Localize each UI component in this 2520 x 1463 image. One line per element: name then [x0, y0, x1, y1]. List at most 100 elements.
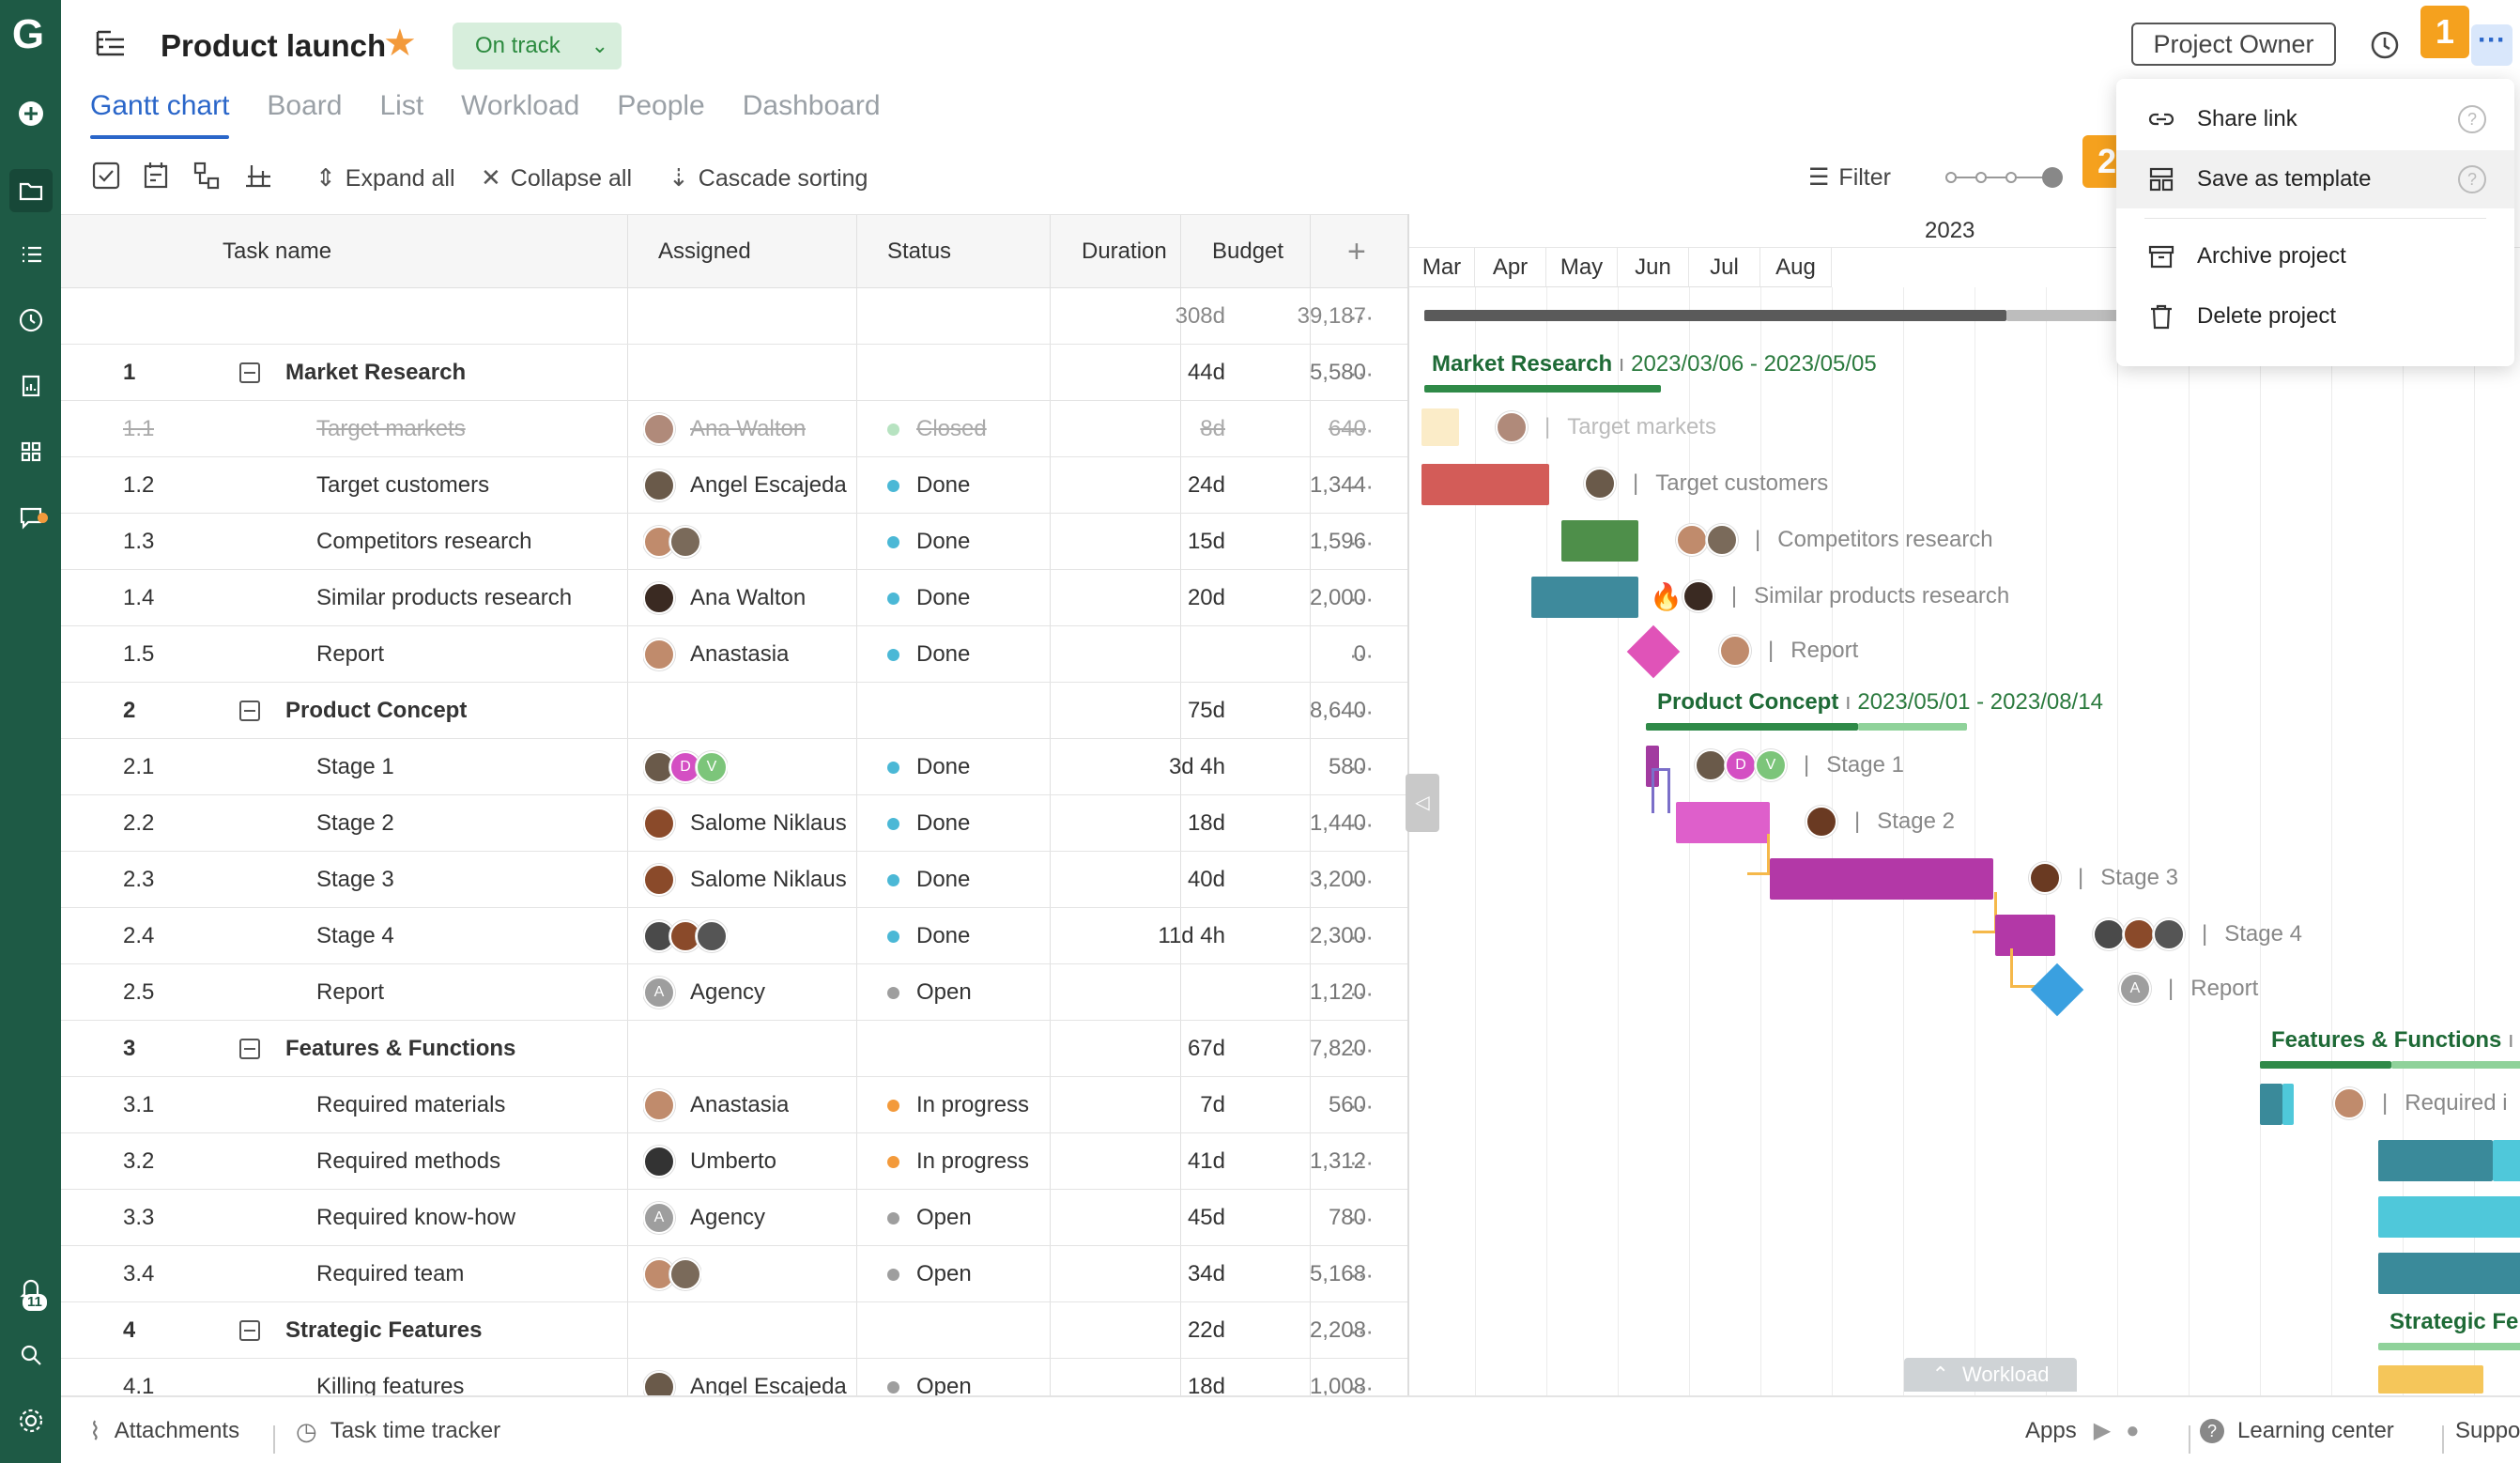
more-options-button[interactable]: ···	[2471, 24, 2512, 66]
task-bar-killing-features[interactable]	[2378, 1365, 2483, 1394]
status-cell[interactable]: Open	[887, 1246, 972, 1302]
task-bar-target-customers[interactable]	[1421, 464, 1549, 505]
task-name[interactable]: Product Concept	[285, 683, 467, 739]
budget-cell[interactable]: 2,000	[1178, 570, 1366, 626]
col-budget[interactable]: Budget	[1212, 215, 1283, 288]
task-bar-required-know-how[interactable]	[2378, 1196, 2520, 1238]
status-cell[interactable]: Done	[887, 908, 970, 964]
row-more-icon[interactable]: ···	[1349, 908, 1374, 964]
row-more-icon[interactable]: ···	[1349, 683, 1374, 739]
task-row[interactable]: 2.2 Stage 2 Salome Niklaus Done 18d 1,440 ···	[61, 795, 1407, 852]
menu-item-delete-project[interactable]: Delete project	[2116, 287, 2514, 346]
assignee-cell[interactable]: Salome Niklaus	[643, 852, 847, 908]
task-bar-required-methods[interactable]	[2378, 1140, 2493, 1181]
budget-cell[interactable]: 1,596	[1178, 514, 1366, 570]
task-name[interactable]: Target markets	[316, 401, 466, 457]
tab-workload[interactable]: Workload	[461, 90, 579, 131]
history-icon[interactable]	[2366, 26, 2404, 64]
apps-button[interactable]: Apps ▶ ●	[2025, 1397, 2140, 1463]
task-row[interactable]: 3.1 Required materials Anastasia In progres…	[61, 1077, 1407, 1133]
assignee-cell[interactable]	[643, 514, 701, 570]
task-row[interactable]: 3.2 Required methods Umberto In progress 41d…	[61, 1133, 1407, 1190]
budget-cell[interactable]: 2,300	[1178, 908, 1366, 964]
task-bar-target-markets[interactable]	[1421, 408, 1459, 446]
assignee-cell[interactable]: Ana Walton	[643, 401, 806, 457]
col-status[interactable]: Status	[887, 215, 951, 288]
assignee-cell[interactable]: A Agency	[643, 964, 765, 1021]
col-duration[interactable]: Duration	[1082, 215, 1167, 288]
collapse-toggle-icon[interactable]	[239, 701, 260, 721]
hierarchy-icon[interactable]	[192, 160, 223, 192]
attachments-button[interactable]: ⌇ Attachments	[89, 1397, 239, 1463]
task-name[interactable]: Killing features	[316, 1359, 464, 1395]
expand-all-button[interactable]: ⇕ Expand all	[315, 162, 455, 193]
assignee-cell[interactable]: Anastasia	[643, 1077, 789, 1133]
group-row[interactable]: 2 Product Concept 75d 8,640 ···	[61, 683, 1407, 739]
row-more-icon[interactable]: ···	[1349, 288, 1374, 345]
task-row[interactable]: 2.4 Stage 4 Done 11d 4h 2,300 ···	[61, 908, 1407, 964]
status-cell[interactable]: In progress	[887, 1133, 1029, 1190]
task-name[interactable]: Required materials	[316, 1077, 505, 1133]
learning-center-button[interactable]: ? Learning center	[2200, 1397, 2394, 1463]
status-cell[interactable]: Done	[887, 852, 970, 908]
budget-cell[interactable]: 580	[1178, 739, 1366, 795]
assignee-cell[interactable]: Angel Escajeda	[643, 457, 847, 514]
assignee-cell[interactable]: Anastasia	[643, 626, 789, 683]
row-more-icon[interactable]: ···	[1349, 514, 1374, 570]
ganttpro-logo[interactable]: G	[6, 11, 51, 58]
row-more-icon[interactable]: ···	[1349, 1190, 1374, 1246]
row-more-icon[interactable]: ···	[1349, 739, 1374, 795]
status-cell[interactable]: Done	[887, 457, 970, 514]
task-row[interactable]: 1.1 Target markets Ana Walton Closed 8d 640 ··…	[61, 401, 1407, 457]
status-cell[interactable]: Done	[887, 739, 970, 795]
settings-gear-icon[interactable]	[9, 1399, 53, 1442]
task-name[interactable]: Stage 1	[316, 739, 394, 795]
task-bar-competitors-research[interactable]	[1561, 520, 1638, 562]
task-name[interactable]: Similar products research	[316, 570, 572, 626]
task-name[interactable]: Market Research	[285, 345, 466, 401]
milestone-report-2[interactable]	[2030, 962, 2084, 1017]
cascade-sorting-button[interactable]: ⇣ Cascade sorting	[668, 162, 868, 193]
menu-item-share-link[interactable]: Share link ?	[2116, 90, 2514, 148]
budget-cell[interactable]: 5,168	[1178, 1246, 1366, 1302]
budget-cell[interactable]: 8,640	[1178, 683, 1366, 739]
assignee-cell[interactable]: Angel Escajeda	[643, 1359, 847, 1395]
add-task-icon[interactable]	[141, 160, 173, 192]
task-row[interactable]: 2.1 Stage 1 D V Done 3d 4h 580 ···	[61, 739, 1407, 795]
collapse-all-button[interactable]: ✕ Collapse all	[481, 162, 632, 193]
task-row[interactable]: 2.5 Report A Agency Open 1,120 ···	[61, 964, 1407, 1021]
tab-list[interactable]: List	[379, 90, 423, 131]
project-title[interactable]: Product launch	[161, 28, 386, 64]
status-cell[interactable]: In progress	[887, 1077, 1029, 1133]
group-row[interactable]: 1 Market Research 44d 5,580 ···	[61, 345, 1407, 401]
row-more-icon[interactable]: ···	[1349, 1359, 1374, 1395]
portfolio-icon[interactable]	[9, 430, 53, 473]
menu-item-save-as-template[interactable]: Save as template ?	[2116, 150, 2514, 208]
budget-cell[interactable]: 1,120	[1178, 964, 1366, 1021]
budget-cell[interactable]: 5,580	[1178, 345, 1366, 401]
task-name[interactable]: Required team	[316, 1246, 464, 1302]
row-more-icon[interactable]: ···	[1349, 401, 1374, 457]
help-icon[interactable]: ?	[2458, 165, 2486, 193]
workload-panel-toggle[interactable]: ⌃ Workload	[1904, 1358, 2077, 1392]
filter-button[interactable]: ☰ Filter	[1808, 162, 1891, 193]
row-more-icon[interactable]: ···	[1349, 345, 1374, 401]
add-column-icon[interactable]: +	[1347, 215, 1366, 288]
task-row[interactable]: 3.3 Required know-how A Agency Open 45d 780 ···	[61, 1190, 1407, 1246]
status-cell[interactable]: Closed	[887, 401, 987, 457]
assignee-cell[interactable]: DV	[643, 739, 728, 795]
task-name[interactable]: Stage 3	[316, 852, 394, 908]
task-bar-required-materials[interactable]	[2260, 1084, 2282, 1125]
collapse-toggle-icon[interactable]	[239, 1320, 260, 1341]
row-more-icon[interactable]: ···	[1349, 570, 1374, 626]
assignee-cell[interactable]: A Agency	[643, 1190, 765, 1246]
add-project-icon[interactable]	[9, 92, 53, 135]
budget-cell[interactable]: 2,208	[1178, 1302, 1366, 1359]
zoom-slider[interactable]	[1944, 162, 2066, 193]
status-cell[interactable]: Open	[887, 964, 972, 1021]
project-status-dropdown[interactable]: On track ⌄	[453, 23, 622, 69]
collapse-grid-handle[interactable]: ◁	[1406, 774, 1439, 832]
tab-board[interactable]: Board	[267, 90, 342, 131]
report-icon[interactable]	[9, 364, 53, 408]
milestone-report[interactable]	[1626, 624, 1681, 679]
